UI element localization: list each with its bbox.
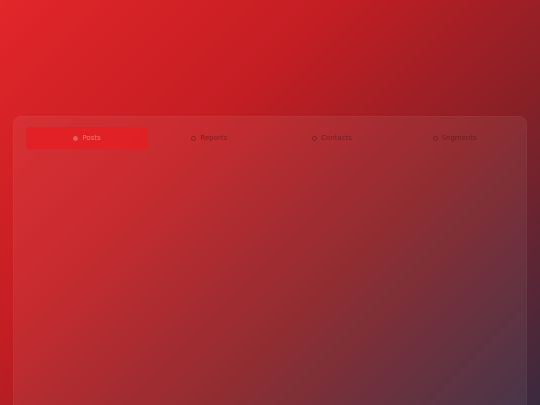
tab-bar: Posts Reports Contacts Segments xyxy=(26,127,516,149)
tab-contacts-label: Contacts xyxy=(321,134,352,142)
dot-icon xyxy=(73,135,79,141)
tab-segments[interactable]: Segments xyxy=(393,127,516,149)
tab-posts[interactable]: Posts xyxy=(26,127,148,149)
content-panel: Posts Reports Contacts Segments xyxy=(13,116,527,405)
circle-icon xyxy=(191,135,197,141)
tab-posts-label: Posts xyxy=(82,134,101,142)
tab-contacts[interactable]: Contacts xyxy=(271,127,394,149)
circle-icon xyxy=(432,135,438,141)
tab-reports[interactable]: Reports xyxy=(148,127,271,149)
circle-icon xyxy=(312,135,318,141)
tab-segments-label: Segments xyxy=(441,134,477,142)
tab-reports-label: Reports xyxy=(200,134,228,142)
